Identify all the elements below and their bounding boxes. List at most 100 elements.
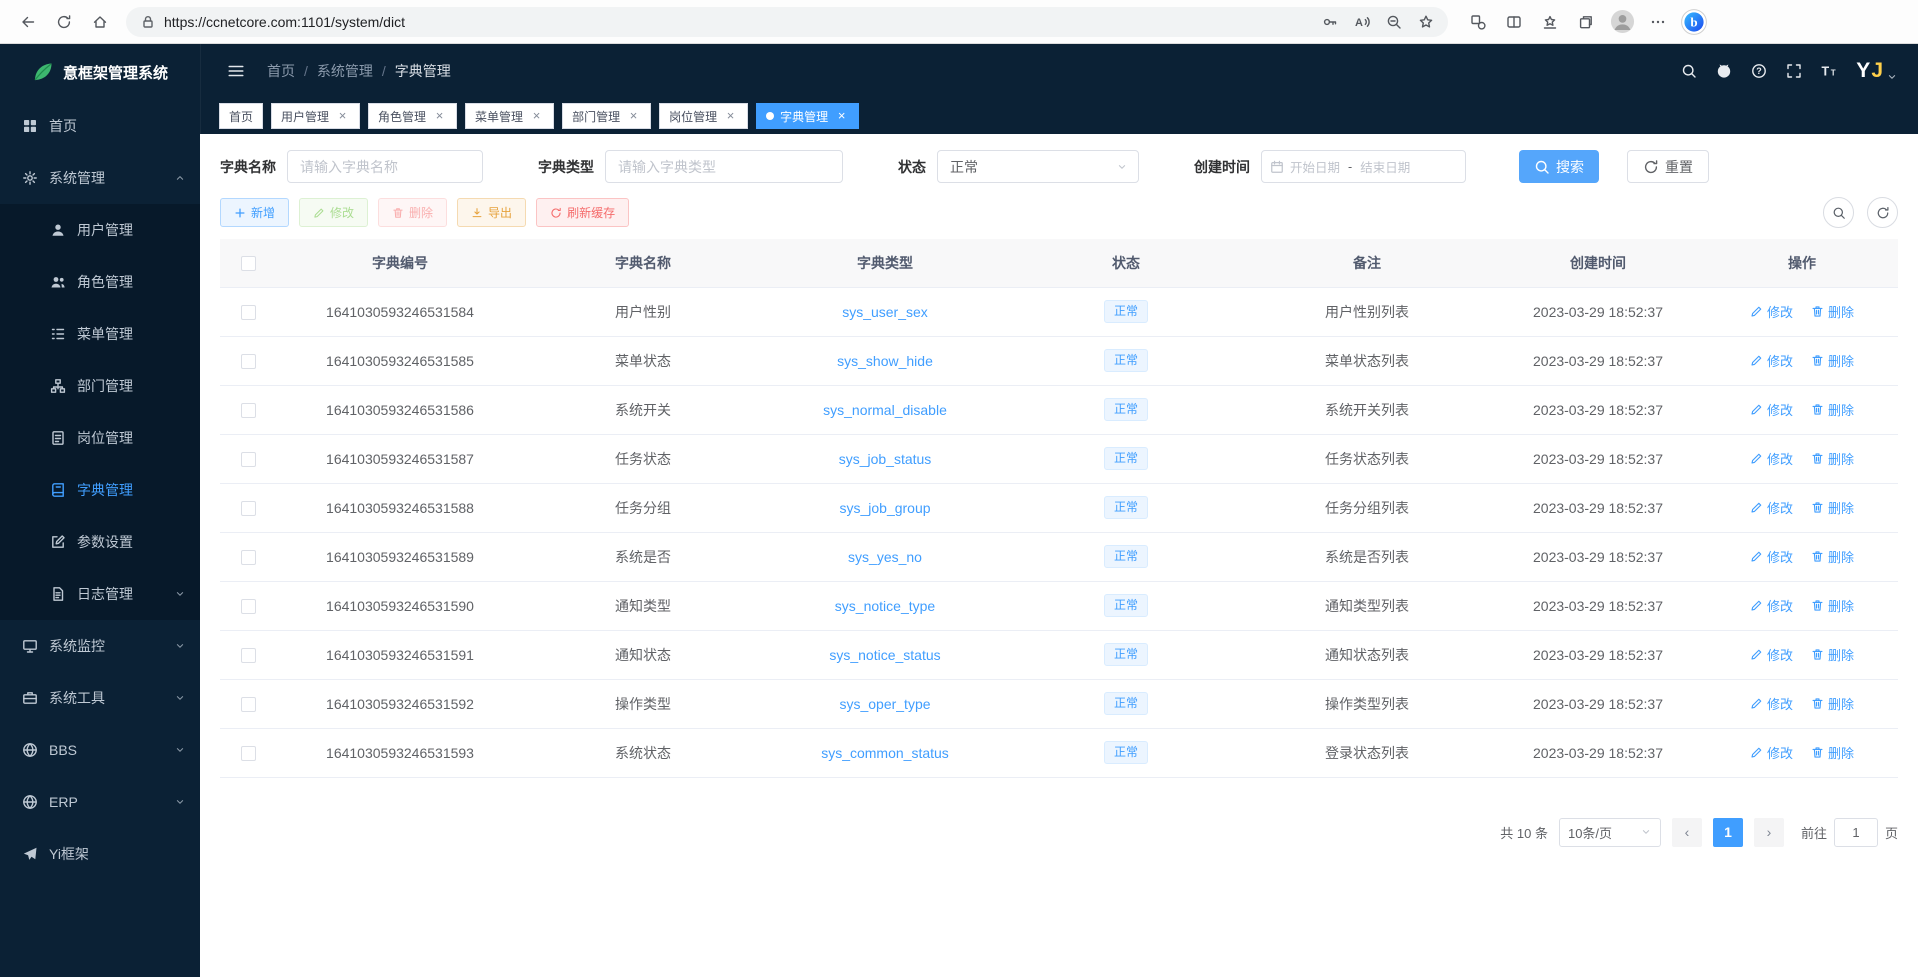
sidebar-item-11[interactable]: 系统工具 [0,672,200,724]
read-aloud-button[interactable]: A [1346,5,1378,39]
row-checkbox[interactable] [241,403,256,418]
tag-6[interactable]: 字典管理× [756,103,859,129]
status-select[interactable]: 正常 [937,150,1139,183]
sidebar-item-5[interactable]: 部门管理 [0,360,200,412]
row-checkbox[interactable] [241,599,256,614]
delete-row-button[interactable]: 删除 [1811,694,1854,713]
toolbar-add-button[interactable]: 新增 [220,198,289,227]
tag-1[interactable]: 用户管理× [271,103,360,129]
split-screen-button[interactable] [1496,5,1532,39]
edit-row-button[interactable]: 修改 [1750,449,1793,468]
row-checkbox[interactable] [241,354,256,369]
row-checkbox[interactable] [241,452,256,467]
select-all-checkbox[interactable] [241,256,256,271]
close-icon[interactable]: × [626,109,641,124]
zoom-out-button[interactable] [1378,5,1410,39]
dict-type-link[interactable]: sys_user_sex [842,304,928,320]
url-bar[interactable]: https://ccnetcore.com:1101/system/dict A [126,7,1448,37]
row-checkbox[interactable] [241,550,256,565]
edit-row-button[interactable]: 修改 [1750,743,1793,762]
sidebar-item-12[interactable]: BBS [0,724,200,776]
delete-row-button[interactable]: 删除 [1811,596,1854,615]
page-size-select[interactable]: 10条/页 [1559,818,1661,847]
fullscreen-button[interactable] [1786,63,1802,79]
key-button[interactable] [1314,5,1346,39]
refresh-table-button[interactable] [1867,197,1898,228]
toolbar-edit-button[interactable]: 修改 [299,198,368,227]
github-button[interactable] [1716,63,1732,79]
page-1-button[interactable]: 1 [1713,818,1743,847]
sidebar-item-10[interactable]: 系统监控 [0,620,200,672]
back-button[interactable] [10,5,46,39]
dict-type-link[interactable]: sys_notice_status [829,647,940,663]
dict-type-link[interactable]: sys_job_status [839,451,932,467]
close-icon[interactable]: × [834,109,849,124]
dict-type-link[interactable]: sys_job_group [839,500,930,516]
sidebar-item-4[interactable]: 菜单管理 [0,308,200,360]
help-button[interactable]: ? [1751,63,1767,79]
toolbar-export-button[interactable]: 导出 [457,198,526,227]
goto-page-input[interactable] [1834,818,1878,847]
favorite-add-button[interactable] [1410,5,1442,39]
delete-row-button[interactable]: 删除 [1811,645,1854,664]
toolbar-delete-button[interactable]: 删除 [378,198,447,227]
breadcrumb-item-1[interactable]: 系统管理 [317,61,373,81]
row-checkbox[interactable] [241,501,256,516]
favorites-bar-button[interactable] [1532,5,1568,39]
dict-type-link[interactable]: sys_yes_no [848,549,922,565]
sidebar-item-3[interactable]: 角色管理 [0,256,200,308]
more-button[interactable] [1640,5,1676,39]
date-range-picker[interactable]: 开始日期 - 结束日期 [1261,150,1466,183]
tag-0[interactable]: 首页 [219,103,263,129]
sidebar-item-2[interactable]: 用户管理 [0,204,200,256]
search-button[interactable]: 搜索 [1519,150,1599,183]
sidebar-item-13[interactable]: ERP [0,776,200,828]
row-checkbox[interactable] [241,746,256,761]
search-button[interactable] [1681,63,1697,79]
toolbar-refresh-cache-button[interactable]: 刷新缓存 [536,198,629,227]
refresh-button[interactable] [46,5,82,39]
tag-3[interactable]: 菜单管理× [465,103,554,129]
tag-5[interactable]: 岗位管理× [659,103,748,129]
sidebar-item-8[interactable]: 参数设置 [0,516,200,568]
delete-row-button[interactable]: 删除 [1811,302,1854,321]
close-icon[interactable]: × [723,109,738,124]
row-checkbox[interactable] [241,648,256,663]
row-checkbox[interactable] [241,305,256,320]
collections-button[interactable] [1568,5,1604,39]
edit-row-button[interactable]: 修改 [1750,694,1793,713]
breadcrumb-item-0[interactable]: 首页 [267,61,295,81]
delete-row-button[interactable]: 删除 [1811,351,1854,370]
dict-type-link[interactable]: sys_notice_type [835,598,935,614]
dict-type-input[interactable] [605,150,843,183]
dict-type-link[interactable]: sys_common_status [821,745,949,761]
home-button[interactable] [82,5,118,39]
next-page-button[interactable]: › [1754,818,1784,847]
edit-row-button[interactable]: 修改 [1750,302,1793,321]
delete-row-button[interactable]: 删除 [1811,400,1854,419]
edit-row-button[interactable]: 修改 [1750,351,1793,370]
sidebar-item-7[interactable]: 字典管理 [0,464,200,516]
bing-button[interactable]: b [1676,5,1712,39]
edit-row-button[interactable]: 修改 [1750,547,1793,566]
close-icon[interactable]: × [529,109,544,124]
close-icon[interactable]: × [335,109,350,124]
delete-row-button[interactable]: 删除 [1811,743,1854,762]
sidebar-item-1[interactable]: 系统管理 [0,152,200,204]
sidebar-item-14[interactable]: Yi框架 [0,828,200,880]
edit-row-button[interactable]: 修改 [1750,596,1793,615]
profile-button[interactable] [1604,5,1640,39]
tag-4[interactable]: 部门管理× [562,103,651,129]
close-icon[interactable]: × [432,109,447,124]
sidebar-item-6[interactable]: 岗位管理 [0,412,200,464]
edit-row-button[interactable]: 修改 [1750,645,1793,664]
edit-row-button[interactable]: 修改 [1750,498,1793,517]
brand-logo[interactable]: YJ [1856,59,1898,83]
dict-type-link[interactable]: sys_oper_type [839,696,930,712]
font-size-button[interactable]: TT [1821,63,1837,79]
dict-type-link[interactable]: sys_normal_disable [823,402,947,418]
dict-type-link[interactable]: sys_show_hide [837,353,933,369]
sidebar-item-9[interactable]: 日志管理 [0,568,200,620]
delete-row-button[interactable]: 删除 [1811,547,1854,566]
toggle-search-button[interactable] [1823,197,1854,228]
